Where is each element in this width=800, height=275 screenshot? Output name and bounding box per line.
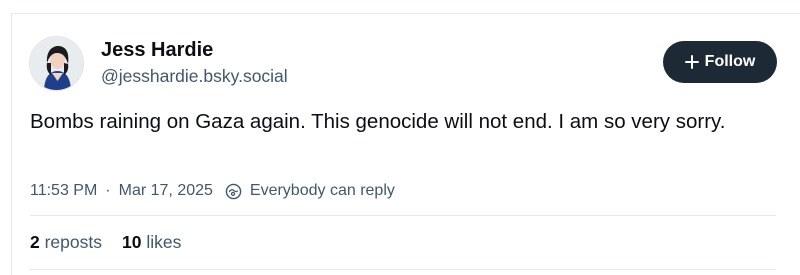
post-text: Bombs raining on Gaza again. This genoci…	[30, 110, 726, 133]
likes-stat[interactable]: 10 likes	[122, 232, 181, 253]
globe-reply-icon	[225, 183, 242, 199]
avatar-photo	[30, 37, 83, 90]
follow-button-label: Follow	[704, 53, 756, 70]
divider	[30, 269, 776, 270]
reposts-label: reposts	[44, 232, 102, 252]
author-display-name[interactable]: Jess Hardie	[101, 39, 213, 62]
post-thread-item: Jess Hardie @jesshardie.bsky.social Foll…	[0, 0, 800, 275]
likes-count: 10	[122, 232, 142, 252]
reply-setting[interactable]: Everybody can reply	[250, 182, 395, 200]
engagement-stats: 2 reposts 10 likes	[30, 232, 181, 253]
reposts-count: 2	[30, 232, 40, 252]
author-handle[interactable]: @jesshardie.bsky.social	[101, 66, 288, 87]
post-meta: 11:53 PM · Mar 17, 2025 Everybody can re…	[30, 180, 395, 202]
post-date[interactable]: Mar 17, 2025	[119, 182, 213, 200]
reposts-stat[interactable]: 2 reposts	[30, 232, 102, 253]
meta-separator: ·	[105, 182, 111, 199]
post-time[interactable]: 11:53 PM	[30, 182, 97, 200]
likes-label: likes	[146, 232, 182, 252]
follow-button[interactable]: Follow	[663, 41, 777, 83]
avatar[interactable]	[29, 36, 84, 91]
divider	[30, 215, 776, 216]
plus-icon	[684, 55, 699, 69]
